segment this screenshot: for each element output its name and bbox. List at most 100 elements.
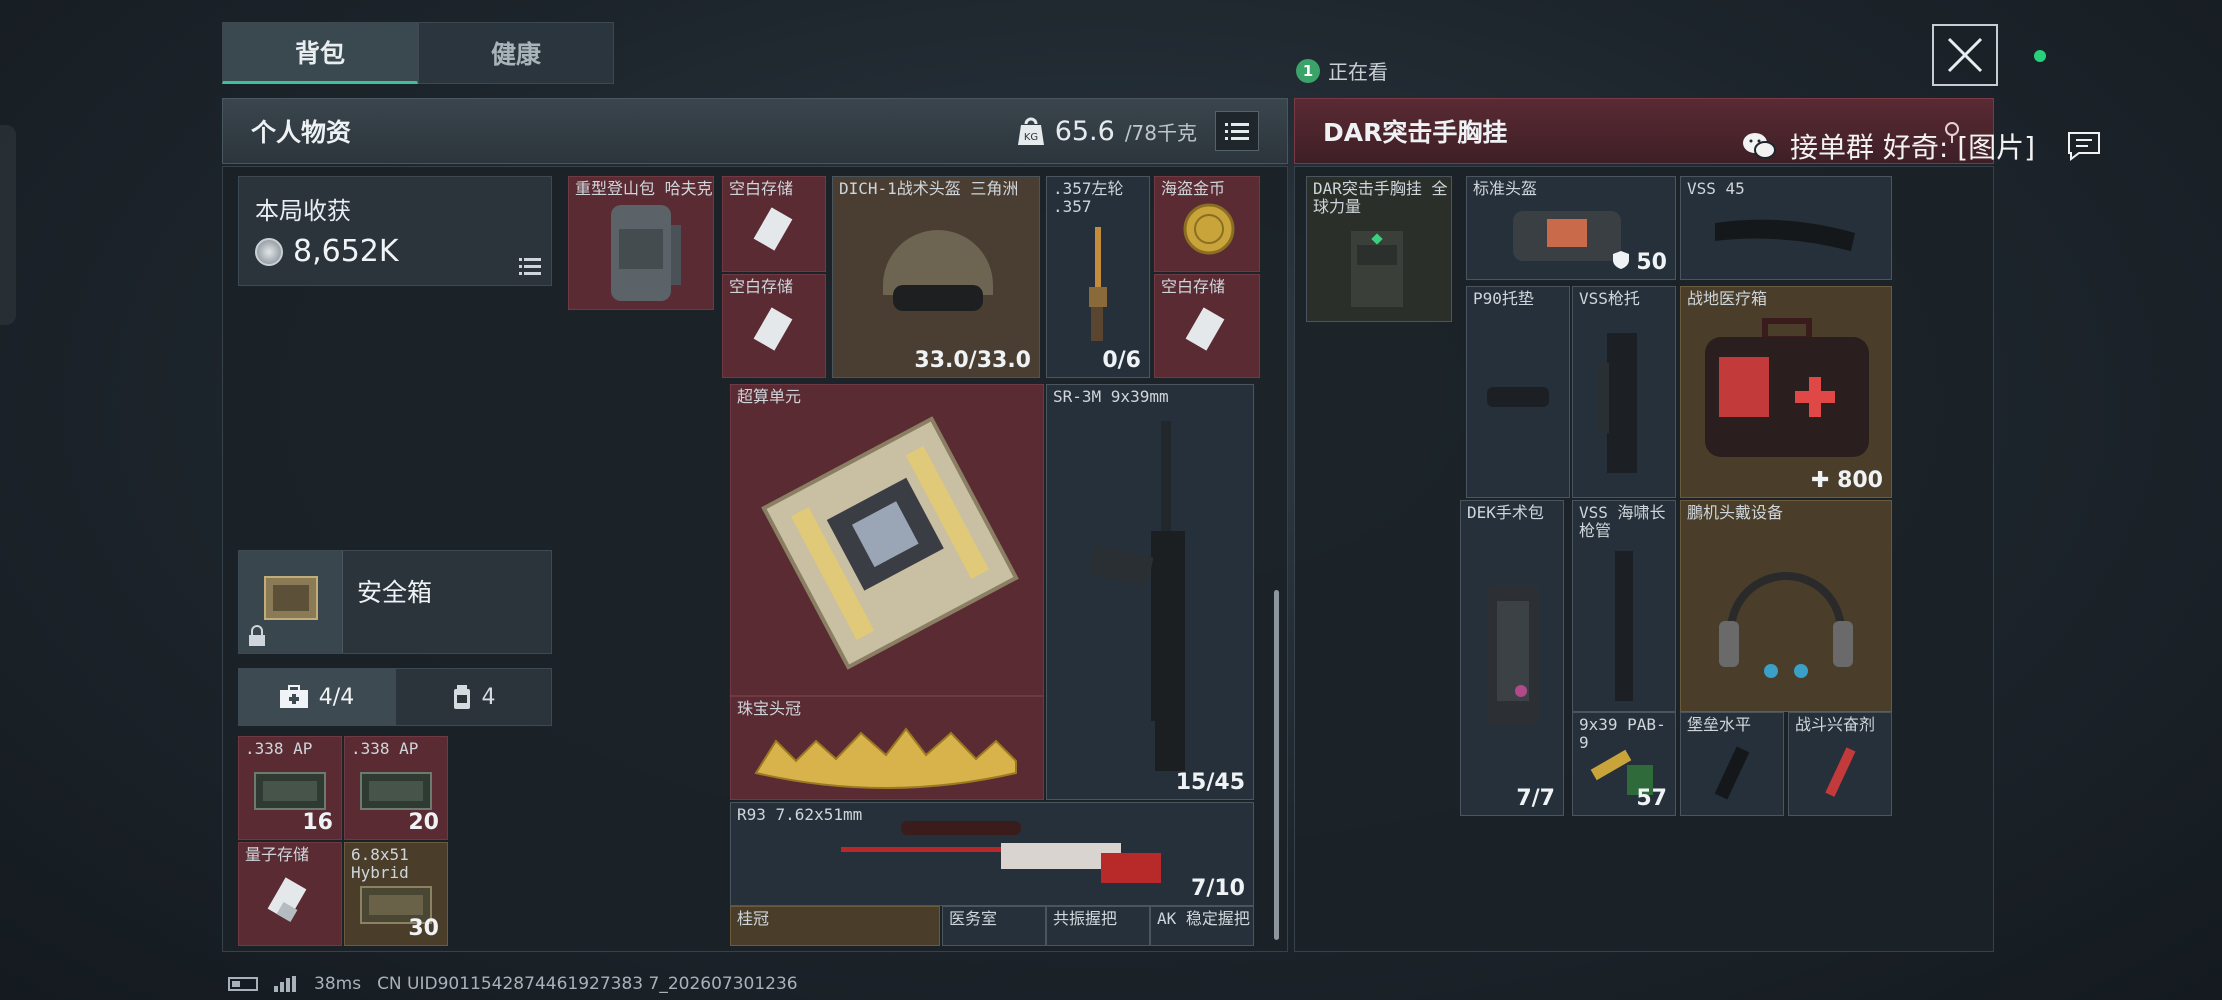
tab-canister[interactable]: 4 [395,668,552,726]
item-name: 超算单元 [737,387,802,406]
safe-item[interactable]: .338 AP 16 [238,736,342,840]
item-name: 堡垒水平 [1687,715,1752,734]
rig-item[interactable]: P90托垫 [1466,286,1570,498]
supercomputer-item[interactable]: 超算单元 [730,384,1044,696]
weight-icon: KG [1017,117,1044,145]
item-name: 空白存储 [1161,277,1226,296]
message-icon[interactable] [2067,131,2101,161]
revolver-item[interactable]: .357左轮 .357 0/6 [1046,176,1150,378]
medkit-hp: ✚ 800 [1810,468,1883,493]
item-name: VSS 45 [1687,179,1745,198]
gold-coin-icon [1183,203,1235,255]
safebox-tabs: 4/4 4 [238,668,552,726]
close-icon [1947,37,1983,73]
storage-drive-icon [1185,307,1225,351]
ammo-box-icon [254,772,326,810]
rig-item[interactable]: 标准头盔 50 [1466,176,1676,280]
tab-health[interactable]: 健康 [418,22,614,84]
circuit-board-icon [761,416,1019,670]
item-name: DAR突击手胸挂 全球力量 [1313,179,1448,216]
status-bar: 38ms CN UID9011542874461927383 7_2026073… [228,974,798,994]
storage-drive-icon [753,207,793,251]
section-title: 个人物资 [251,118,352,147]
rig-item[interactable]: VSS 海啸长枪管 [1572,500,1676,712]
medkit-icon [279,685,308,708]
spectator-indicator: 1 正在看 [1296,56,1388,85]
harvest-value-row: 8,652K [255,234,535,269]
item-count: 16 [302,810,333,835]
weight-max: /78千克 [1124,120,1197,145]
safe-item[interactable]: 量子存储 [238,842,342,946]
crown-icon [754,727,1017,789]
item-name: AK 稳定握把 [1157,909,1250,928]
safe-item[interactable]: 6.8x51 Hybrid 30 [344,842,448,946]
rig-item[interactable]: 战地医疗箱 ✚ 800 [1680,286,1892,498]
coin-item[interactable]: 海盗金币 [1154,176,1260,272]
item-name: 鵬机头戴设备 [1687,503,1784,522]
rig-item[interactable]: 堡垒水平 [1680,712,1784,816]
item-count: 57 [1636,786,1667,811]
item-name: .338 AP [351,739,419,758]
item-name: 空白存储 [729,277,794,296]
revolver-icon [1089,227,1107,341]
rig-item[interactable]: VSS 45 [1680,176,1892,280]
close-button[interactable] [1932,24,1998,86]
item-count: 33.0/33.0 [914,348,1031,373]
weight-readout: KG 65.6/78千克 [1017,116,1197,147]
bottom-item[interactable]: 共振握把 [1046,906,1150,946]
rig-item[interactable]: DEK手术包 7/7 [1460,500,1564,816]
item-count: 15/45 [1175,770,1245,795]
bottom-item[interactable]: 桂冠 [730,906,940,946]
bottom-item[interactable]: 医务室 [942,906,1046,946]
chat-notification[interactable]: 接单群 好奇: [图片] [1742,126,2101,166]
medkit-count: 4/4 [318,684,355,710]
chat-text: 接单群 好奇: [图片] [1790,131,2036,164]
crown-item[interactable]: 珠宝头冠 [730,696,1044,800]
durability-value: 50 [1636,250,1667,275]
rig-item[interactable]: DAR突击手胸挂 全球力量 [1306,176,1452,322]
bottom-item[interactable]: AK 稳定握把 [1150,906,1254,946]
item-name: .338 AP [245,739,313,758]
storage-slot[interactable]: 空白存储 [722,176,826,272]
storage-slot[interactable]: 空白存储 [1154,274,1260,378]
tab-backpack[interactable]: 背包 [222,22,418,84]
ping: 38ms [314,974,362,994]
sr3m-weapon[interactable]: SR-3M 9x39mm 15/45 [1046,384,1254,800]
backpack-bag[interactable]: 重型登山包 哈夫克 [568,176,714,310]
safe-item[interactable]: .338 AP 20 [344,736,448,840]
rig-item[interactable]: 战斗兴奋剂 [1788,712,1892,816]
canister-count: 4 [481,684,496,710]
item-name: 共振握把 [1053,909,1118,928]
safebox-icon [264,576,318,620]
scrollbar[interactable] [1274,590,1279,940]
personal-supplies-header: 个人物资 KG 65.6/78千克 [222,98,1288,164]
storage-slot[interactable]: 空白存储 [722,274,826,378]
edge-handle[interactable] [0,125,16,325]
bag-icon [1513,211,1621,261]
r93-weapon[interactable]: R93 7.62x51mm 7/10 [730,802,1254,906]
ammo-box-icon [360,772,432,810]
session-harvest[interactable]: 本局收获 8,652K [238,176,552,286]
item-name: DEK手术包 [1467,503,1544,522]
sort-list-button[interactable] [1215,111,1259,151]
magazine-icon [1715,219,1855,251]
storage-drive-icon [753,307,793,351]
helmet-item[interactable]: DICH-1战术头盔 三角洲 33.0/33.0 [832,176,1040,378]
syringe-icon [1825,747,1856,797]
rig-item[interactable]: 9x39 PAB-9 57 [1572,712,1676,816]
lock-icon [249,625,265,646]
list-icon[interactable] [519,257,541,275]
rig-item[interactable]: VSS枪托 [1572,286,1676,498]
backpack-icon [611,205,681,301]
item-count: 20 [408,810,439,835]
spectator-count: 1 [1296,58,1320,83]
tab-medkit[interactable]: 4/4 [238,668,395,726]
item-name: 桂冠 [737,909,770,928]
suppressor-icon [1714,746,1750,800]
safe-box[interactable]: 安全箱 [238,550,552,654]
weight-value: 65.6 [1054,115,1115,147]
medkit-icon [1705,318,1869,457]
item-name: 9x39 PAB-9 [1579,715,1666,752]
rig-item[interactable]: 鵬机头戴设备 [1680,500,1892,712]
signal-icon [274,976,296,992]
